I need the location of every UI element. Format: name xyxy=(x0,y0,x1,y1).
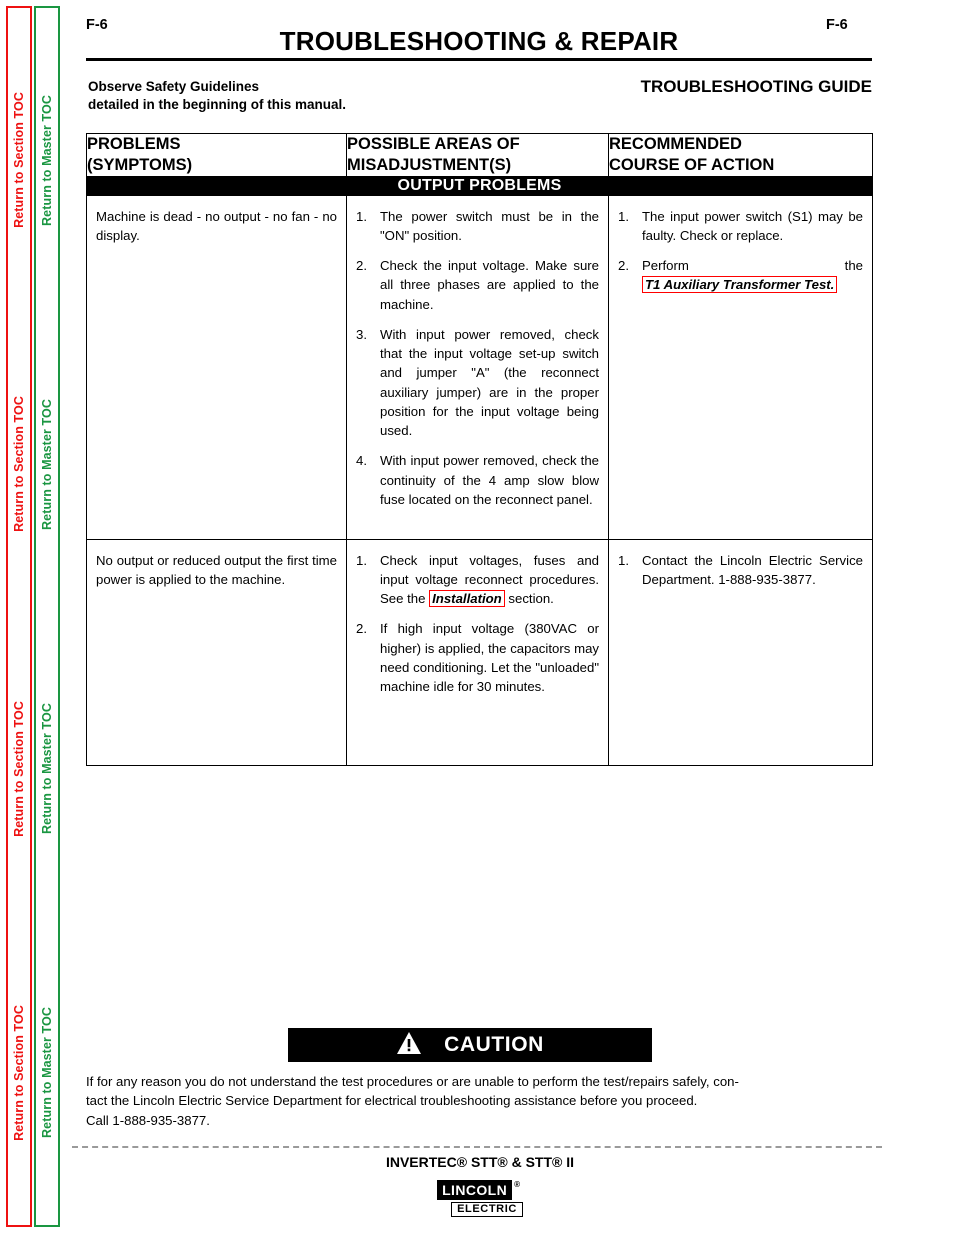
list-item: 2. Check the input voltage. Make sure al… xyxy=(356,256,599,314)
troubleshooting-table: PROBLEMS (SYMPTOMS) POSSIBLE AREAS OF MI… xyxy=(86,133,873,766)
caution-label: CAUTION xyxy=(444,1033,544,1056)
section-label: TROUBLESHOOTING GUIDE xyxy=(640,77,872,96)
link-t1-auxiliary-transformer-test[interactable]: T1 Auxiliary Transformer Test. xyxy=(642,276,838,294)
list-item-text: Check the input voltage. Make sure all t… xyxy=(380,258,599,312)
column-header-problems: PROBLEMS (SYMPTOMS) xyxy=(86,133,347,177)
logo-subtitle: ELECTRIC xyxy=(451,1202,523,1217)
list-item: 2. If high input voltage (380VAC or high… xyxy=(356,619,599,696)
table-row: No output or reduced output the first ti… xyxy=(86,538,873,766)
list-item-text: Contact the Lincoln Electric Service Dep… xyxy=(642,552,863,587)
sidebar-item-return-section-toc[interactable]: Return to Section TOC xyxy=(12,1005,26,1141)
possible-areas-list: 1. The power switch must be in the "ON" … xyxy=(356,207,599,510)
logo-wordmark: LINCOLN xyxy=(437,1180,513,1200)
list-item-number: 1. xyxy=(356,552,367,568)
list-item-number: 2. xyxy=(618,258,629,274)
list-item-number: 4. xyxy=(356,453,367,469)
brand-logo: LINCOLN ® ELECTRIC xyxy=(86,1180,874,1217)
list-item: 3. With input power removed, check that … xyxy=(356,325,599,441)
recommended-action-list: 1. The input power switch (S1) may be fa… xyxy=(618,207,863,295)
caution-banner: CAUTION xyxy=(288,1028,652,1062)
link-installation-section[interactable]: Installation xyxy=(429,590,505,608)
caution-body-line2: tact the Lincoln Electric Service Depart… xyxy=(86,1093,698,1109)
symptom-text: No output or reduced output the first ti… xyxy=(96,552,337,587)
sidebar-item-return-master-toc[interactable]: Return to Master TOC xyxy=(40,399,54,530)
list-item-text: The input power switch (S1) may be fault… xyxy=(642,208,863,243)
sidebar-section-toc-column: Return to Section TOC Return to Section … xyxy=(6,6,32,1227)
list-item: 4. With input power removed, check the c… xyxy=(356,451,599,509)
list-item-text: With input power removed, check that the… xyxy=(380,326,599,439)
sidebar-master-toc-column: Return to Master TOC Return to Master TO… xyxy=(34,6,60,1227)
column-header-line1: POSSIBLE AREAS OF xyxy=(347,135,520,153)
list-item-number: 2. xyxy=(356,258,367,274)
sidebar-item-return-master-toc[interactable]: Return to Master TOC xyxy=(40,1007,54,1138)
list-item: 1. The input power switch (S1) may be fa… xyxy=(618,207,863,246)
list-item-number: 1. xyxy=(356,208,367,224)
column-header-line1: RECOMMENDED xyxy=(609,135,742,153)
list-item-text: If high input voltage (380VAC or higher)… xyxy=(380,621,599,695)
cell-possible-areas: 1. The power switch must be in the "ON" … xyxy=(346,194,609,540)
table-header-row: PROBLEMS (SYMPTOMS) POSSIBLE AREAS OF MI… xyxy=(86,133,873,177)
safety-notice-line2: detailed in the beginning of this manual… xyxy=(88,96,347,112)
recommended-action-list: 1. Contact the Lincoln Electric Service … xyxy=(618,551,863,590)
sidebar-item-return-master-toc[interactable]: Return to Master TOC xyxy=(40,703,54,834)
cell-symptom: Machine is dead - no output - no fan - n… xyxy=(86,194,347,540)
sidebar-item-return-master-toc[interactable]: Return to Master TOC xyxy=(40,95,54,226)
list-item-number: 1. xyxy=(618,552,629,568)
list-item: 1. Contact the Lincoln Electric Service … xyxy=(618,551,863,590)
cell-possible-areas: 1. Check input voltages, fuses and input… xyxy=(346,538,609,766)
sidebar-item-return-section-toc[interactable]: Return to Section TOC xyxy=(12,92,26,228)
caution-body: If for any reason you do not understand … xyxy=(86,1072,874,1130)
safety-notice-line1: Observe Safety Guidelines xyxy=(88,79,260,94)
possible-areas-list: 1. Check input voltages, fuses and input… xyxy=(356,551,599,697)
table-band-row: OUTPUT PROBLEMS xyxy=(86,175,873,196)
list-item: 1. Check input voltages, fuses and input… xyxy=(356,551,599,609)
list-item-number: 2. xyxy=(356,621,367,637)
table-row: Machine is dead - no output - no fan - n… xyxy=(86,194,873,540)
list-item-text: Perform the xyxy=(642,258,863,274)
caution-body-line3: Call 1-888-935-3877. xyxy=(86,1112,210,1128)
caution-body-line1: If for any reason you do not understand … xyxy=(86,1074,739,1089)
sidebar-item-return-section-toc[interactable]: Return to Section TOC xyxy=(12,701,26,837)
column-header-line2: (SYMPTOMS) xyxy=(87,155,193,174)
column-header-line1: PROBLEMS xyxy=(87,135,181,153)
title-divider xyxy=(86,58,872,61)
list-item-text: With input power removed, check the cont… xyxy=(380,453,599,508)
list-item-text-tail: section. xyxy=(504,591,554,607)
cell-recommended-action: 1. Contact the Lincoln Electric Service … xyxy=(608,538,873,766)
list-item-number: 3. xyxy=(356,326,367,342)
footer-product-name: INVERTEC® STT® & STT® II xyxy=(385,1154,575,1170)
cell-recommended-action: 1. The input power switch (S1) may be fa… xyxy=(608,194,873,540)
list-item-text: The power switch must be in the "ON" pos… xyxy=(380,208,599,243)
list-item: 1. The power switch must be in the "ON" … xyxy=(356,207,599,246)
footer-divider xyxy=(72,1146,882,1148)
warning-triangle-icon xyxy=(396,1031,422,1060)
page-title: TROUBLESHOOTING & REPAIR xyxy=(279,26,679,56)
cell-symptom: No output or reduced output the first ti… xyxy=(86,538,347,766)
safety-notice: Observe Safety Guidelines detailed in th… xyxy=(88,78,346,114)
column-header-possible-areas: POSSIBLE AREAS OF MISADJUSTMENT(S) xyxy=(346,133,609,177)
document-page: Return to Section TOC Return to Section … xyxy=(0,0,954,1235)
list-item: 2. Perform the T1 Auxiliary Transformer … xyxy=(618,256,863,295)
band-label-output-problems: OUTPUT PROBLEMS xyxy=(86,175,873,196)
sidebar-item-return-section-toc[interactable]: Return to Section TOC xyxy=(12,396,26,532)
column-header-line2: MISADJUSTMENT(S) xyxy=(347,155,512,174)
column-header-recommended: RECOMMENDED COURSE OF ACTION xyxy=(608,133,873,177)
symptom-text: Machine is dead - no output - no fan - n… xyxy=(96,208,337,243)
list-item-number: 1. xyxy=(618,208,629,224)
column-header-line2: COURSE OF ACTION xyxy=(609,155,775,174)
registered-mark-icon: ® xyxy=(514,1180,521,1189)
